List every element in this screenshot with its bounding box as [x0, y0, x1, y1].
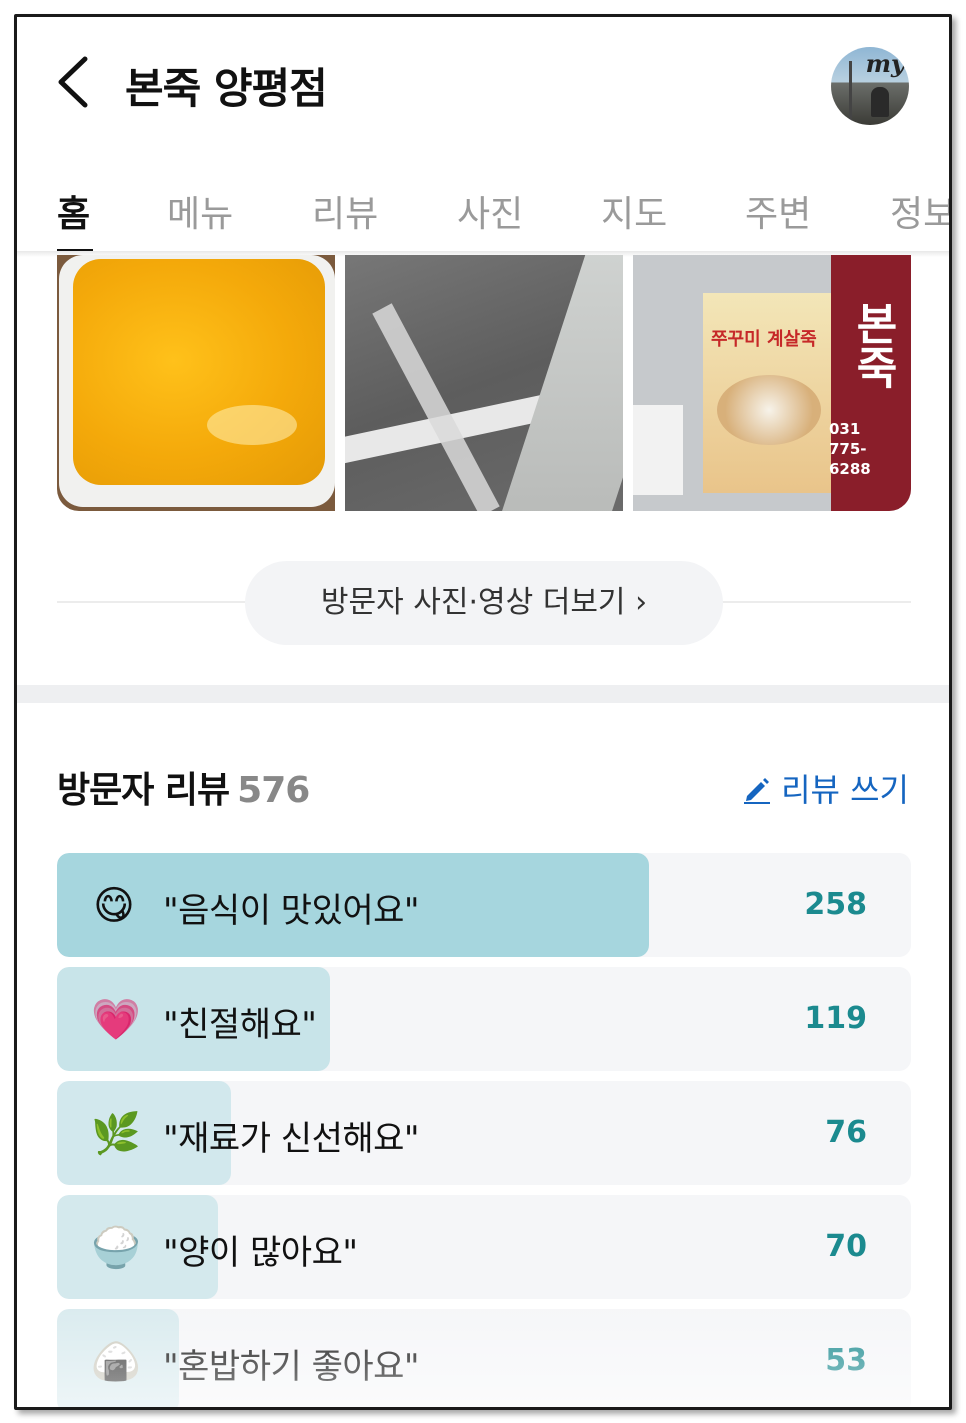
- tab-reviews[interactable]: 리뷰: [312, 185, 378, 237]
- store-sign: 본죽 031 775-6288: [829, 255, 911, 511]
- rice-ball-icon: 🍙: [91, 1339, 141, 1385]
- section-divider: [17, 685, 949, 703]
- tab-info[interactable]: 정보: [890, 185, 949, 237]
- photo-pumpkin-porridge[interactable]: [57, 255, 335, 511]
- poster-title: 쭈꾸미 계살죽: [711, 329, 817, 350]
- visitor-review-count: 576: [237, 770, 310, 811]
- tab-nearby[interactable]: 주변: [745, 185, 811, 237]
- keyword-review-list: 😋 "음식이 맛있어요" 258 💗 "친절해요" 119 🌿 "재료가 신선해요" 76 🍚 "양…: [57, 853, 911, 1407]
- keyword-review-count: 258: [804, 887, 867, 922]
- keyword-review-row[interactable]: 🍙 "혼밥하기 좋아요" 53: [57, 1309, 911, 1407]
- photo-strip: 쭈꾸미 계살죽 본죽 031 775-6288: [57, 255, 911, 511]
- visitor-review-heading: 방문자 리뷰 576: [57, 761, 310, 813]
- tab-photos[interactable]: 사진: [457, 185, 523, 237]
- header: 본죽 양평점 my: [17, 17, 949, 147]
- keyword-review-label: "재료가 신선해요": [163, 1119, 420, 1159]
- keyword-review-count: 119: [804, 1001, 867, 1036]
- photo-road[interactable]: [345, 255, 623, 511]
- visitor-review-title: 방문자 리뷰: [57, 770, 230, 811]
- keyword-review-row[interactable]: 🌿 "재료가 신선해요" 76: [57, 1081, 911, 1185]
- keyword-review-label: "양이 많아요": [163, 1233, 358, 1273]
- keyword-review-row[interactable]: 🍚 "양이 많아요" 70: [57, 1195, 911, 1299]
- keyword-review-label: "친절해요": [163, 1005, 317, 1045]
- tab-map[interactable]: 지도: [601, 185, 667, 237]
- write-review-button[interactable]: 리뷰 쓰기: [741, 765, 909, 811]
- rice-bowl-icon: 🍚: [91, 1225, 141, 1271]
- keyword-review-count: 53: [825, 1343, 867, 1378]
- store-sign-phone: 031 775-6288: [829, 420, 871, 478]
- store-sign-text: 본죽: [847, 301, 898, 389]
- keyword-review-count: 70: [825, 1229, 867, 1264]
- keyword-review-label: "혼밥하기 좋아요": [163, 1347, 420, 1387]
- page-title: 본죽 양평점: [125, 64, 328, 113]
- app-frame: 본죽 양평점 my 홈 메뉴 리뷰 사진 지도 주변 정보 쭈꾸미 계살죽 본죽…: [14, 14, 952, 1410]
- pencil-icon: [744, 778, 771, 804]
- keyword-review-row[interactable]: 😋 "음식이 맛있어요" 258: [57, 853, 911, 957]
- keyword-review-count: 76: [825, 1115, 867, 1150]
- avatar-my-label: my: [865, 49, 905, 78]
- photo-storefront[interactable]: 쭈꾸미 계살죽 본죽 031 775-6288: [633, 255, 911, 511]
- chevron-left-icon: [58, 56, 88, 108]
- more-visitor-media-button[interactable]: 방문자 사진·영상 더보기 ›: [245, 561, 723, 645]
- keyword-review-label: "음식이 맛있어요": [163, 891, 420, 931]
- write-review-label: 리뷰 쓰기: [781, 771, 909, 809]
- leaf-icon: 🌿: [91, 1111, 141, 1157]
- tab-home[interactable]: 홈: [57, 185, 90, 237]
- tab-menu[interactable]: 메뉴: [167, 185, 233, 237]
- heart-icon: 💗: [91, 997, 141, 1043]
- tab-bar: 홈 메뉴 리뷰 사진 지도 주변 정보: [17, 165, 949, 255]
- yum-face-icon: 😋: [93, 883, 135, 929]
- keyword-review-row[interactable]: 💗 "친절해요" 119: [57, 967, 911, 1071]
- avatar[interactable]: my: [831, 47, 909, 125]
- back-button[interactable]: [53, 55, 97, 109]
